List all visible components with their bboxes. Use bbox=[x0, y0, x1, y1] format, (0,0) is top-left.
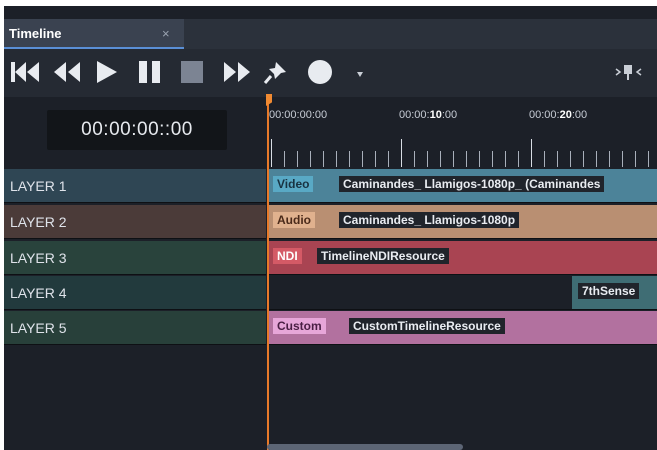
clip-name: Caminandes_ Llamigos-1080p_ (Caminandes bbox=[339, 176, 605, 192]
ruler-tick bbox=[414, 151, 415, 167]
clip-type-badge: Custom bbox=[273, 318, 326, 334]
track-layer-3: NDI TimelineNDIResource bbox=[267, 241, 657, 275]
ruler-tick bbox=[583, 151, 584, 167]
ruler-tick bbox=[622, 151, 623, 167]
ruler-tick bbox=[284, 151, 285, 167]
ruler-tick bbox=[297, 151, 298, 167]
clip-type-badge: Video bbox=[273, 176, 314, 192]
ruler-label-20: 00:00:20:00 bbox=[529, 109, 588, 121]
ruler-tick bbox=[401, 139, 402, 167]
layer-header-3[interactable]: LAYER 3 bbox=[4, 241, 266, 275]
ruler-tick bbox=[557, 151, 558, 167]
ruler-tick bbox=[271, 139, 272, 167]
clip-name: Caminandes_ Llamigos-1080p bbox=[339, 212, 520, 228]
chevron-down-icon[interactable] bbox=[354, 58, 366, 86]
track-layer-2: Audio Caminandes_ Llamigos-1080p bbox=[267, 205, 657, 239]
track-layer-5: Custom CustomTimelineResource bbox=[267, 311, 657, 345]
ruler-tick bbox=[362, 151, 363, 167]
track-layer-4: 7thSense bbox=[267, 276, 657, 310]
ruler-tick bbox=[479, 151, 480, 167]
transport-toolbar bbox=[4, 49, 657, 97]
ruler-tick bbox=[427, 151, 428, 167]
stop-icon[interactable] bbox=[179, 58, 205, 86]
record-icon[interactable] bbox=[306, 58, 334, 86]
ruler-label-0: 00:00:00:00 bbox=[269, 109, 328, 121]
clip-type-badge: Audio bbox=[273, 212, 315, 228]
pause-icon[interactable] bbox=[137, 58, 163, 86]
close-icon[interactable]: × bbox=[162, 26, 170, 41]
ruler-tick bbox=[349, 151, 350, 167]
ruler-tick bbox=[310, 151, 311, 167]
horizontal-scrollbar[interactable] bbox=[267, 444, 463, 450]
track-layer-1: Video Caminandes_ Llamigos-1080p_ (Camin… bbox=[267, 169, 657, 203]
tab-timeline[interactable]: Timeline × bbox=[4, 19, 184, 49]
rewind-icon[interactable] bbox=[52, 58, 82, 86]
clip-type-badge: NDI bbox=[273, 248, 302, 264]
ruler-tick bbox=[375, 151, 376, 167]
layer-header-1[interactable]: LAYER 1 bbox=[4, 169, 266, 203]
clip-audio[interactable]: Audio Caminandes_ Llamigos-1080p bbox=[267, 205, 657, 238]
snap-icon[interactable] bbox=[614, 58, 644, 86]
clip-name: TimelineNDIResource bbox=[317, 248, 449, 264]
clip-name: 7thSense bbox=[578, 283, 640, 299]
ruler-tick bbox=[505, 151, 506, 167]
ruler-tick bbox=[635, 151, 636, 167]
tab-bar: Timeline × bbox=[4, 19, 657, 49]
clip-name: CustomTimelineResource bbox=[349, 318, 505, 334]
timecode-display: 00:00:00::00 bbox=[47, 110, 227, 150]
ruler-tick bbox=[518, 151, 519, 167]
clip-custom[interactable]: Custom CustomTimelineResource bbox=[267, 311, 657, 344]
ruler-tick bbox=[440, 151, 441, 167]
skip-to-start-icon[interactable] bbox=[10, 58, 42, 86]
pin-icon[interactable] bbox=[262, 58, 290, 86]
ruler-tick bbox=[609, 151, 610, 167]
layer-header-5[interactable]: LAYER 5 bbox=[4, 311, 266, 345]
ruler-tick bbox=[596, 151, 597, 167]
tab-label: Timeline bbox=[9, 26, 62, 41]
ruler-tick bbox=[544, 151, 545, 167]
fast-forward-icon[interactable] bbox=[222, 58, 252, 86]
ruler-tick bbox=[570, 151, 571, 167]
layer-header-2[interactable]: LAYER 2 bbox=[4, 205, 266, 239]
ruler-tick bbox=[492, 151, 493, 167]
clip-video[interactable]: Video Caminandes_ Llamigos-1080p_ (Camin… bbox=[267, 169, 657, 202]
layer-header-4[interactable]: LAYER 4 bbox=[4, 276, 266, 310]
ruler-tick bbox=[388, 151, 389, 167]
ruler-tick bbox=[648, 151, 649, 167]
play-icon[interactable] bbox=[94, 58, 120, 86]
ruler-tick bbox=[466, 151, 467, 167]
clip-ndi[interactable]: NDI TimelineNDIResource bbox=[267, 241, 657, 274]
time-ruler[interactable]: 00:00:00:00 00:00:10:00 00:00:20:00 bbox=[267, 99, 657, 169]
timeline-window: Timeline × 00:00:00::00 00:00:00:00 00:0… bbox=[4, 6, 657, 450]
ruler-tick bbox=[336, 151, 337, 167]
clip-7thsense[interactable]: 7thSense bbox=[572, 276, 657, 309]
ruler-tick bbox=[453, 151, 454, 167]
ruler-tick bbox=[323, 151, 324, 167]
playhead[interactable] bbox=[267, 94, 269, 450]
ruler-tick bbox=[531, 139, 532, 167]
ruler-label-10: 00:00:10:00 bbox=[399, 109, 458, 121]
